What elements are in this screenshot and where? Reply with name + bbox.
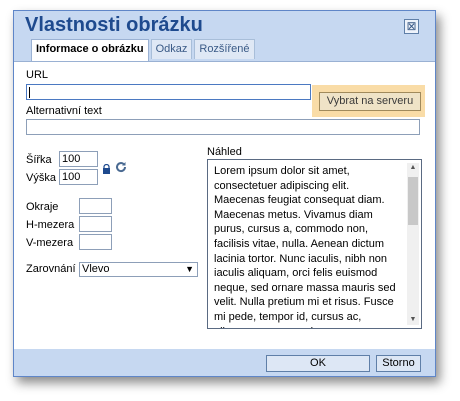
width-input[interactable]: 100 <box>59 151 98 167</box>
tab-image-info[interactable]: Informace o obrázku <box>31 39 149 61</box>
border-input[interactable] <box>79 198 112 214</box>
scroll-up-icon[interactable]: ▲ <box>407 163 419 173</box>
browse-server-button[interactable]: Vybrat na serveru <box>319 92 421 111</box>
hspace-input[interactable] <box>79 216 112 232</box>
lock-icon[interactable] <box>102 163 111 177</box>
border-label: Okraje <box>26 201 59 213</box>
tab-advanced[interactable]: Rozšířené <box>194 39 255 59</box>
preview-box[interactable]: Lorem ipsum dolor sit amet, consectetuer… <box>207 159 422 329</box>
image-properties-dialog: Vlastnosti obrázku ⊠ Informace o obrázku… <box>13 10 436 377</box>
align-select[interactable]: Vlevo ▼ <box>79 262 198 277</box>
cancel-button[interactable]: Storno <box>376 355 421 372</box>
tab-bar: Informace o obrázku Odkaz Rozšířené <box>31 39 257 61</box>
dialog-header: Vlastnosti obrázku ⊠ Informace o obrázku… <box>14 11 435 63</box>
reset-size-icon-svg <box>116 162 127 173</box>
lock-icon-svg <box>103 163 110 174</box>
preview-scrollbar[interactable]: ▲ ▼ <box>407 163 419 325</box>
dialog-title: Vlastnosti obrázku <box>25 14 203 36</box>
dialog-footer: OK Storno <box>14 349 435 376</box>
scroll-down-icon[interactable]: ▼ <box>407 315 419 325</box>
close-icon[interactable]: ⊠ <box>404 19 419 34</box>
url-input[interactable] <box>26 84 311 100</box>
chevron-down-icon: ▼ <box>185 264 194 274</box>
dialog-body: URL Vybrat na serveru Alternativní text … <box>14 61 435 349</box>
hspace-label: H-mezera <box>26 219 75 231</box>
alt-text-input[interactable] <box>26 119 420 135</box>
align-label: Zarovnání <box>26 263 76 275</box>
alt-text-label: Alternativní text <box>26 105 102 117</box>
height-label: Výška <box>26 172 56 184</box>
scroll-thumb[interactable] <box>408 177 418 225</box>
ok-button[interactable]: OK <box>266 355 370 372</box>
reset-size-icon[interactable] <box>115 161 127 176</box>
text-cursor <box>29 86 30 98</box>
tab-link[interactable]: Odkaz <box>150 39 193 59</box>
preview-text: Lorem ipsum dolor sit amet, consectetuer… <box>214 165 396 328</box>
url-label: URL <box>26 69 49 81</box>
vspace-input[interactable] <box>79 234 112 250</box>
preview-label: Náhled <box>207 146 242 158</box>
height-input[interactable]: 100 <box>59 169 98 185</box>
vspace-label: V-mezera <box>26 237 74 249</box>
align-selected-value: Vlevo <box>82 263 110 275</box>
width-label: Šířka <box>26 154 52 166</box>
